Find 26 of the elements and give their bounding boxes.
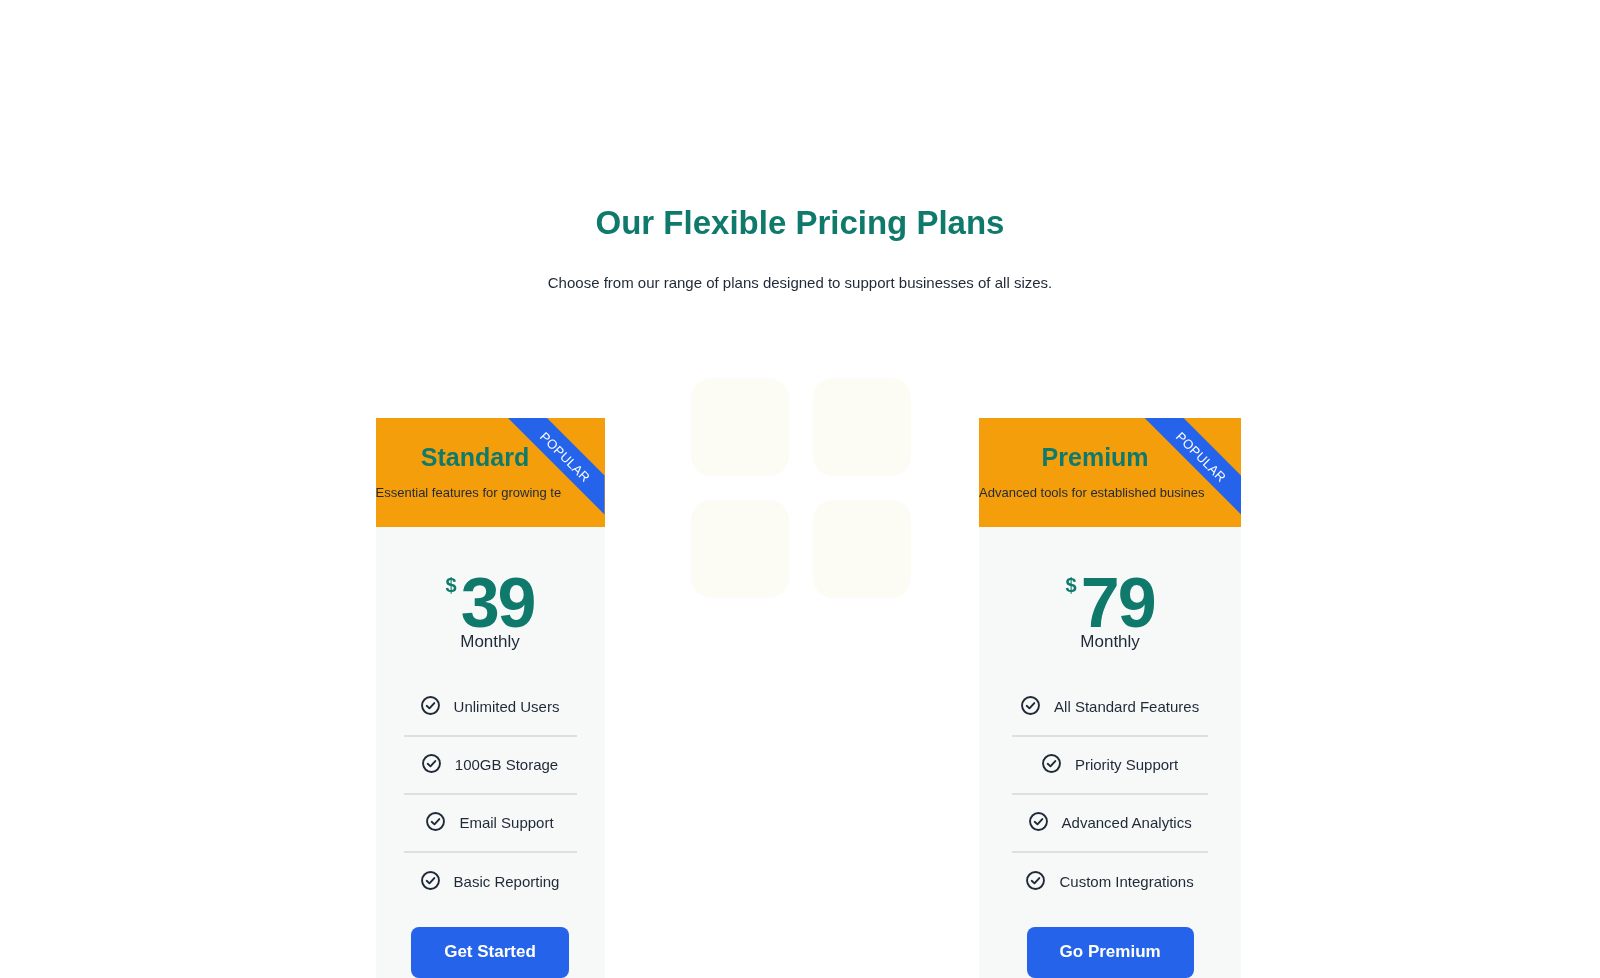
- billing-period: Monthly: [1080, 631, 1140, 652]
- check-circle-icon: [1028, 811, 1048, 831]
- currency-symbol: $: [445, 575, 457, 596]
- check-circle-icon: [426, 811, 446, 831]
- price-amount: 39: [460, 572, 535, 633]
- feature-label: Basic Reporting: [453, 871, 560, 892]
- select-plan-button[interactable]: Go Premium: [1026, 926, 1194, 978]
- price-amount: 79: [1080, 572, 1155, 633]
- section-heading: Our Flexible Pricing Plans: [595, 203, 1005, 243]
- check-circle-icon: [420, 695, 440, 715]
- feature-label: Advanced Analytics: [1061, 812, 1192, 833]
- select-plan-button[interactable]: Get Started: [411, 926, 569, 978]
- check-circle-icon: [1021, 695, 1041, 715]
- check-circle-icon: [421, 753, 441, 773]
- section-subtitle: Choose from our range of plans designed to support businesses of all sizes.: [547, 273, 1053, 293]
- billing-period: Monthly: [460, 631, 520, 652]
- check-circle-icon: [420, 870, 440, 890]
- check-circle-icon: [1041, 753, 1061, 773]
- feature-label: All Standard Features: [1054, 696, 1200, 717]
- feature-label: 100GB Storage: [454, 754, 559, 775]
- feature-label: Unlimited Users: [453, 696, 560, 717]
- feature-label: Custom Integrations: [1059, 871, 1194, 892]
- feature-label: Priority Support: [1074, 754, 1179, 775]
- check-circle-icon: [1026, 870, 1046, 890]
- feature-label: Email Support: [459, 812, 554, 833]
- currency-symbol: $: [1065, 575, 1077, 596]
